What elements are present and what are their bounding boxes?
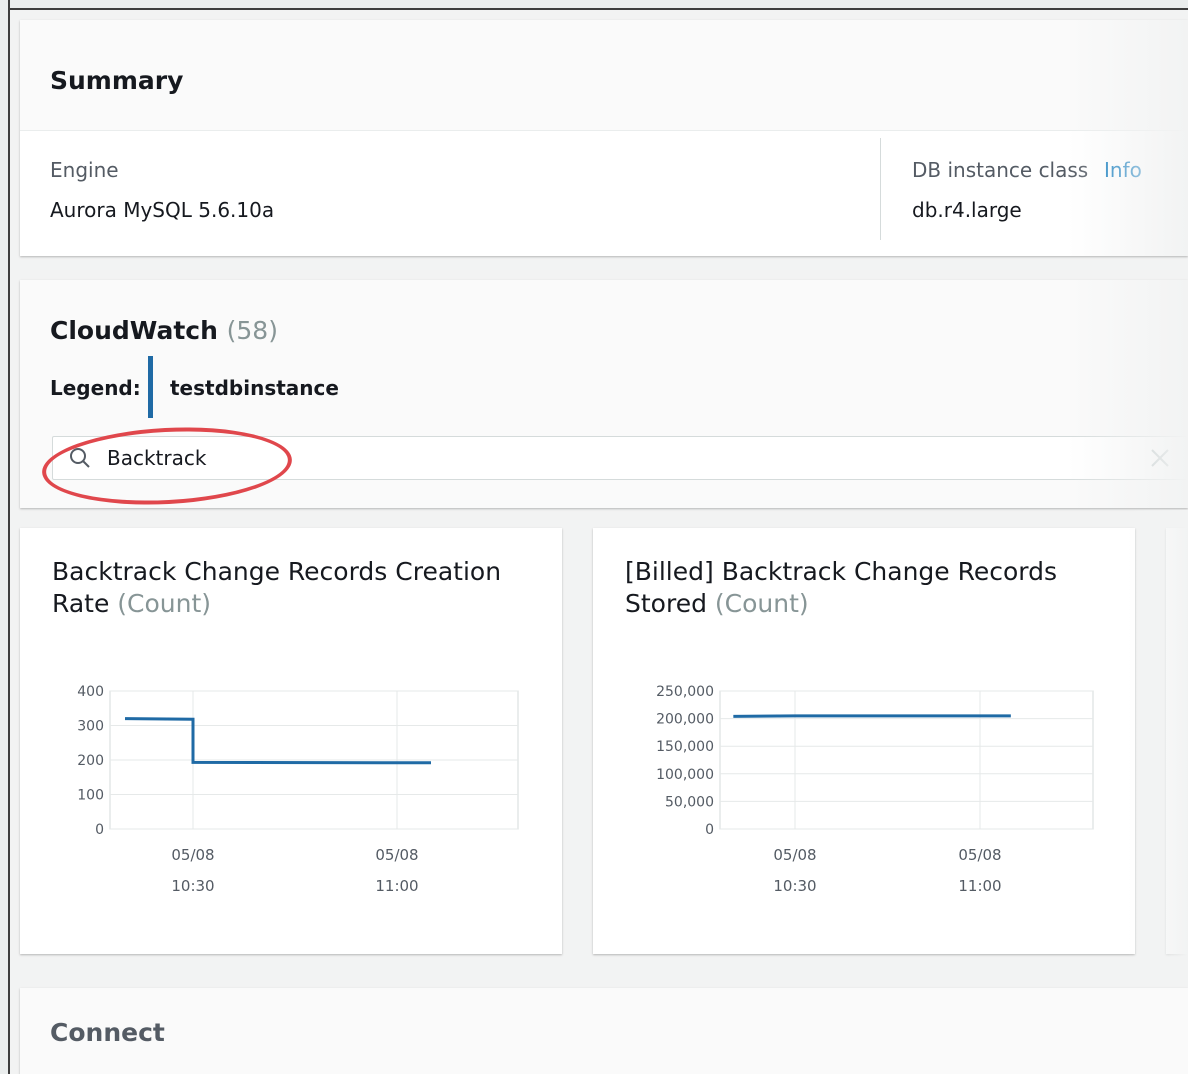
legend-color-swatch [148,356,153,418]
column-divider [880,138,881,240]
cloudwatch-title: CloudWatch (58) [50,316,278,345]
y-tick-label: 400 [77,684,104,700]
info-link[interactable]: Info [1104,158,1142,182]
connect-panel: Connect [20,988,1188,1074]
connect-title: Connect [50,1018,165,1047]
x-tick-label: 11:00 [958,877,1001,895]
y-tick-label: 200,000 [656,712,714,728]
legend-item-testdbinstance[interactable]: testdbinstance [170,376,339,400]
engine-value: Aurora MySQL 5.6.10a [50,198,275,222]
x-tick-label: 05/08 [171,846,214,864]
edge-fade [1128,510,1188,970]
cloudwatch-panel: CloudWatch (58) Legend: testdbinstance [20,280,1188,511]
y-tick-label: 150,000 [656,739,714,755]
y-tick-label: 250,000 [656,684,714,700]
db-instance-class-label: DB instance class [912,158,1089,182]
metric-card-records-stored: [Billed] Backtrack Change Records Stored… [593,528,1135,954]
series-line-testdbinstance [733,714,1011,718]
y-tick-label: 200 [77,753,104,769]
records-stored-chart: 250,000 200,000 150,000 100,000 50,000 0 05/08… [656,684,1094,895]
y-tick-label: 0 [95,822,104,838]
x-tick-label: 11:00 [375,877,418,895]
x-tick-label: 05/08 [375,846,418,864]
cloudwatch-title-text: CloudWatch [50,316,218,345]
metric-search-input[interactable] [107,437,1107,479]
summary-title: Summary [50,66,184,95]
metric-card-creation-rate: Backtrack Change Records Creation Rate (… [20,528,562,954]
x-tick-label: 05/08 [773,846,816,864]
page: Summary Engine Aurora MySQL 5.6.10a DB i… [10,10,1188,1074]
y-tick-label: 50,000 [665,794,714,810]
metric-search-field[interactable] [52,436,1188,480]
clear-search-icon[interactable] [1149,447,1171,473]
db-instance-class-value: db.r4.large [912,198,1022,222]
summary-header: Summary [20,20,1188,131]
x-tick-label: 10:30 [773,877,816,895]
creation-rate-chart: 400 300 200 100 0 05/08 10:30 05/08 11:00 [77,684,519,895]
x-tick-label: 05/08 [958,846,1001,864]
y-tick-label: 100 [77,788,104,804]
metric-count: (58) [226,316,278,345]
legend-label: Legend: [50,376,141,400]
y-tick-label: 100,000 [656,767,714,783]
y-tick-label: 0 [705,822,714,838]
search-icon [69,447,91,473]
x-tick-label: 10:30 [171,877,214,895]
y-tick-label: 300 [77,719,104,735]
plot-area [719,690,1094,830]
engine-label: Engine [50,158,119,182]
summary-panel: Summary Engine Aurora MySQL 5.6.10a DB i… [20,20,1188,256]
